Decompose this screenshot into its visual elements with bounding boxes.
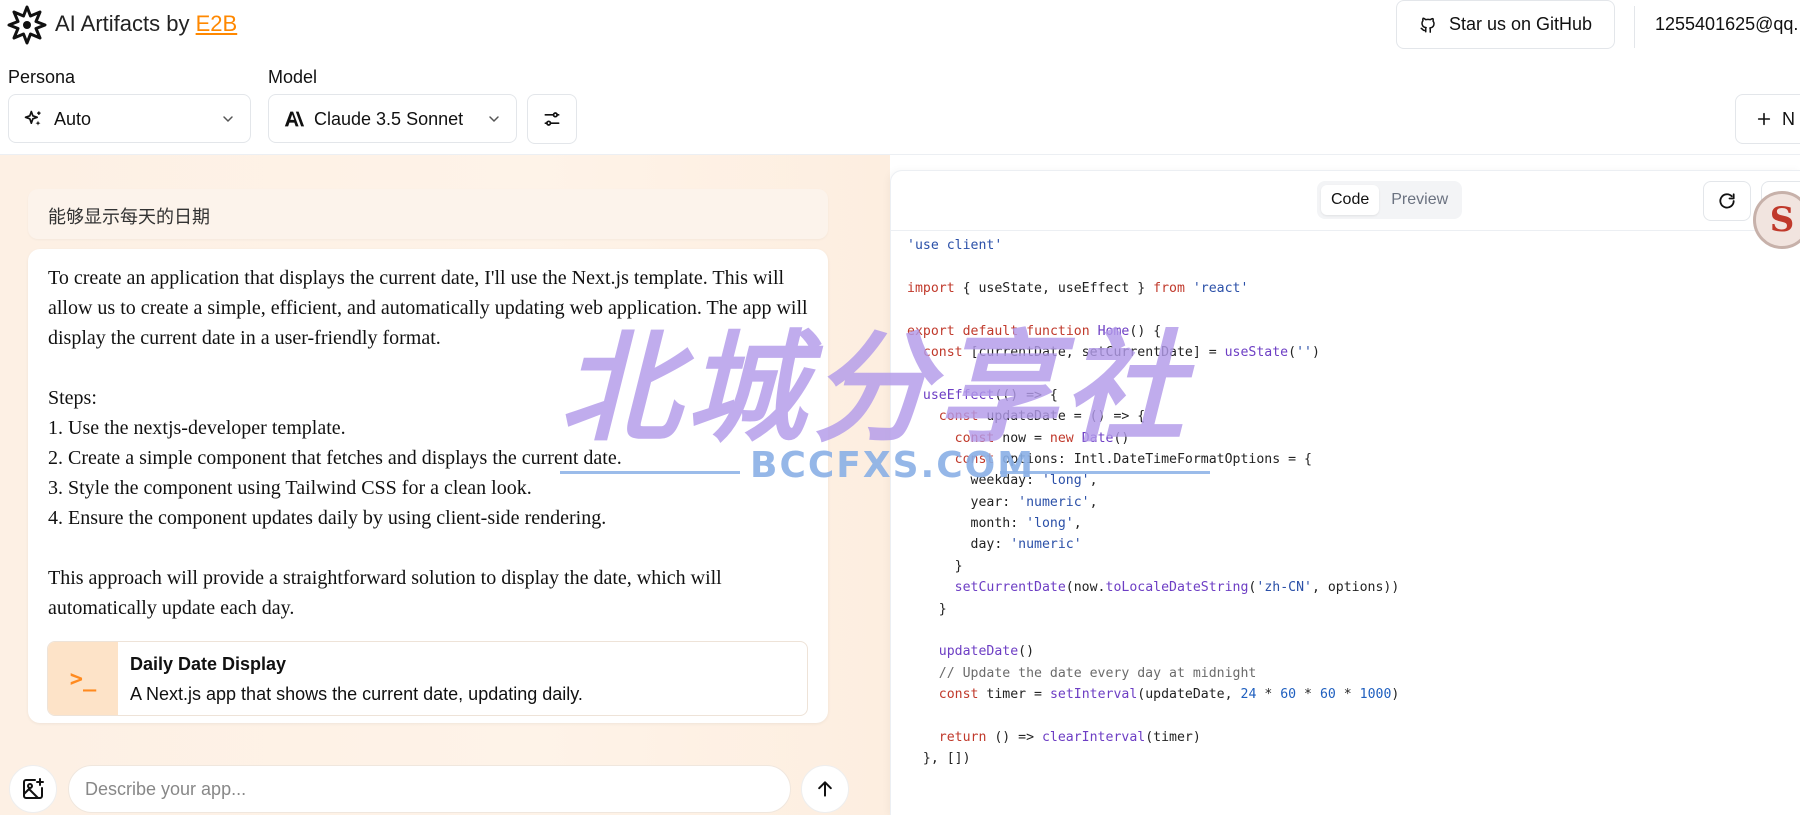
model-settings-button[interactable] bbox=[527, 94, 577, 144]
code-viewer[interactable]: 'use client' import { useState, useEffec… bbox=[907, 235, 1787, 815]
code-line: return () => clearInterval(timer) bbox=[938, 729, 1201, 745]
refresh-button[interactable] bbox=[1703, 181, 1751, 221]
code-line: const updateDate = () => { bbox=[938, 409, 1146, 425]
model-select[interactable]: Claude 3.5 Sonnet bbox=[268, 94, 517, 143]
persona-label: Persona bbox=[8, 67, 76, 87]
star-github-label: Star us on GitHub bbox=[1449, 14, 1593, 34]
top-header: AI Artifacts by E2B Star us on GitHub 12… bbox=[0, 0, 1800, 155]
assistant-paragraph: This approach will provide a straightfor… bbox=[48, 567, 722, 619]
user-email[interactable]: 1255401625@qq. bbox=[1655, 14, 1798, 35]
assistant-paragraph: 3. Style the component using Tailwind CS… bbox=[48, 477, 532, 499]
code-line: const now = new Date() bbox=[954, 430, 1130, 446]
user-message: 能够显示每天的日期 bbox=[28, 189, 828, 239]
new-chat-label: N bbox=[1782, 108, 1795, 129]
chevron-down-icon bbox=[489, 116, 499, 123]
code-line: 'use client' bbox=[907, 238, 1003, 253]
code-line: day: 'numeric' bbox=[907, 537, 1082, 553]
image-plus-icon bbox=[23, 778, 44, 799]
code-line: const options: Intl.DateTimeFormatOption… bbox=[954, 451, 1312, 467]
code-line: } bbox=[907, 558, 963, 574]
code-line: const [currentDate, setCurrentDate] = us… bbox=[922, 344, 1320, 360]
github-icon bbox=[1420, 17, 1435, 33]
e2b-logo-icon bbox=[7, 5, 47, 45]
model-value: Claude 3.5 Sonnet bbox=[314, 109, 464, 129]
assistant-paragraph: To create an application that displays t… bbox=[48, 267, 808, 349]
app-title: AI Artifacts by E2B bbox=[55, 11, 237, 37]
sparkles-icon bbox=[24, 110, 41, 126]
code-line: year: 'numeric', bbox=[907, 494, 1098, 510]
artifact-toolbar: Code Preview S bbox=[891, 171, 1800, 249]
artifact-tabs: Code Preview bbox=[1317, 181, 1462, 219]
assistant-paragraph: 1. Use the nextjs-developer template. bbox=[48, 417, 346, 439]
artifact-panel: Code Preview S 'use client' import { use… bbox=[890, 170, 1800, 815]
code-line: const timer = setInterval(updateDate, 24… bbox=[938, 687, 1400, 703]
code-line: } bbox=[907, 601, 947, 617]
assistant-paragraph: 4. Ensure the component updates daily by… bbox=[48, 507, 607, 529]
model-label: Model bbox=[268, 67, 318, 87]
chevron-down-icon bbox=[223, 116, 233, 123]
tab-preview[interactable]: Preview bbox=[1381, 185, 1458, 215]
code-line: setCurrentDate(now.toLocaleDateString('z… bbox=[954, 580, 1400, 596]
chat-input[interactable] bbox=[68, 765, 791, 813]
chat-pane: 能够显示每天的日期 To create an application that … bbox=[0, 155, 890, 815]
sliders-icon bbox=[544, 112, 560, 126]
header-divider bbox=[1634, 6, 1635, 48]
code-line: useEffect(() => { bbox=[922, 387, 1058, 403]
assistant-message-text: To create an application that displays t… bbox=[48, 263, 818, 623]
code-line: export default function Home() { bbox=[907, 323, 1162, 339]
anthropic-icon bbox=[284, 111, 305, 127]
send-button[interactable] bbox=[801, 765, 849, 813]
arrow-up-icon bbox=[818, 781, 832, 797]
code-line: month: 'long', bbox=[907, 516, 1082, 532]
attach-image-button[interactable] bbox=[9, 765, 57, 813]
artifact-description: A Next.js app that shows the current dat… bbox=[130, 684, 583, 704]
code-line: updateDate() bbox=[938, 644, 1035, 660]
tab-code[interactable]: Code bbox=[1321, 185, 1380, 215]
e2b-link[interactable]: E2B bbox=[196, 11, 238, 36]
plus-icon bbox=[1757, 112, 1771, 126]
app-title-prefix: AI Artifacts by bbox=[55, 11, 190, 36]
star-github-button[interactable]: Star us on GitHub bbox=[1396, 0, 1615, 49]
refresh-icon bbox=[1719, 193, 1735, 209]
code-line: // Update the date every day at midnight bbox=[907, 665, 1257, 681]
assistant-paragraph: Steps: bbox=[48, 387, 97, 409]
code-line: }, []) bbox=[907, 751, 971, 767]
terminal-icon: >_ bbox=[48, 642, 118, 715]
assistant-paragraph: 2. Create a simple component that fetche… bbox=[48, 447, 622, 469]
code-line: import { useState, useEffect } from 'rea… bbox=[907, 280, 1249, 296]
assistant-message: To create an application that displays t… bbox=[28, 249, 828, 723]
code-line: weekday: 'long', bbox=[907, 473, 1098, 489]
persona-value: Auto bbox=[54, 109, 92, 129]
artifact-card[interactable]: >_ Daily Date Display A Next.js app that… bbox=[47, 641, 808, 716]
persona-select[interactable]: Auto bbox=[8, 94, 251, 143]
new-chat-button[interactable]: N bbox=[1735, 94, 1800, 144]
artifact-title: Daily Date Display bbox=[130, 654, 287, 674]
